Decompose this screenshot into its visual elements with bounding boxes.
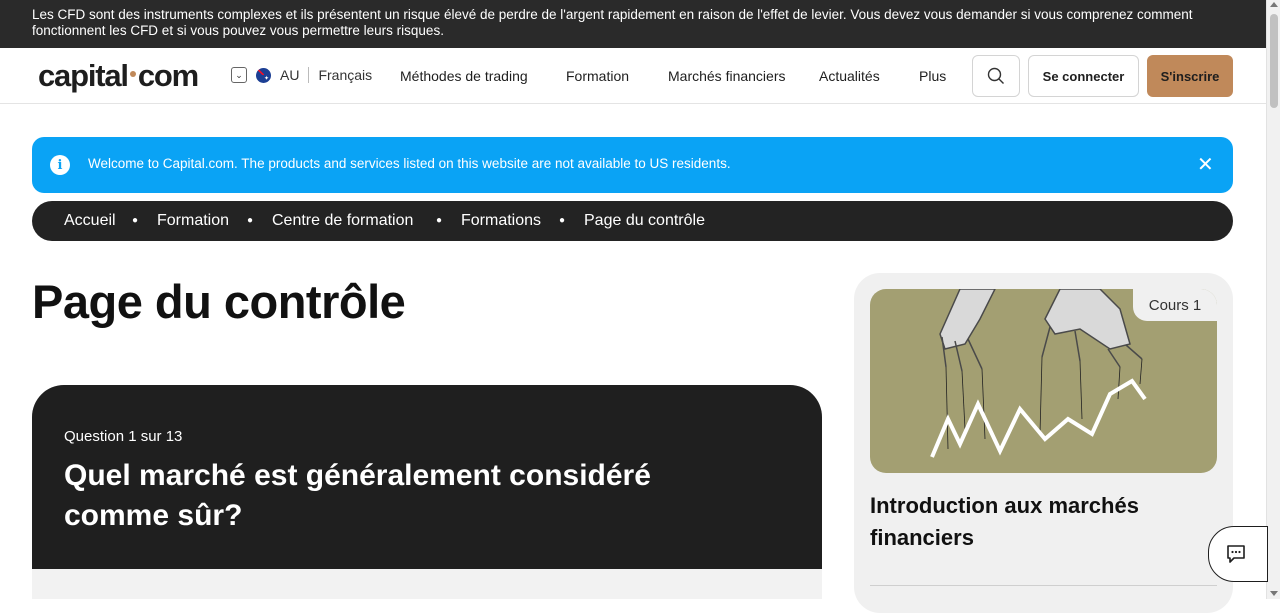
breadcrumb-separator: ● xyxy=(132,215,139,226)
course-title[interactable]: Introduction aux marchés financiers xyxy=(870,490,1200,554)
course-card[interactable]: Cours 1 Introduction aux marchés financi… xyxy=(854,273,1233,613)
breadcrumb: Accueil ● Formation ● Centre de formatio… xyxy=(32,201,1233,241)
risk-warning-banner: Les CFD sont des instruments complexes e… xyxy=(0,0,1266,48)
search-button[interactable] xyxy=(972,55,1020,97)
breadcrumb-separator: ● xyxy=(436,215,443,226)
nav-item-formation[interactable]: Formation xyxy=(566,68,629,84)
language-label[interactable]: Français xyxy=(318,67,372,83)
risk-warning-text: Les CFD sont des instruments complexes e… xyxy=(32,7,1193,38)
chevron-down-icon: ⌄ xyxy=(231,67,247,83)
us-residents-banner: i Welcome to Capital.com. The products a… xyxy=(32,137,1233,193)
site-header: capitalcom ⌄ AU Français Méthodes de tra… xyxy=(0,48,1266,104)
logo[interactable]: capital com xyxy=(38,58,199,94)
banner-message: Welcome to Capital.com. The products and… xyxy=(88,156,731,171)
australia-flag-icon xyxy=(256,67,271,83)
course-image: Cours 1 xyxy=(870,289,1217,473)
nav-item-more[interactable]: Plus xyxy=(919,68,946,84)
info-icon: i xyxy=(50,155,70,175)
logo-dot xyxy=(129,70,136,77)
scroll-down-icon[interactable] xyxy=(1270,591,1278,596)
page-title: Page du contrôle xyxy=(32,275,406,328)
chat-icon xyxy=(1227,545,1245,563)
search-icon xyxy=(987,67,1004,84)
region-selector[interactable]: ⌄ AU Français xyxy=(231,67,372,83)
scroll-up-icon[interactable] xyxy=(1270,2,1278,7)
scrollbar[interactable] xyxy=(1266,0,1280,599)
divider xyxy=(308,67,310,83)
course-tag: Cours 1 xyxy=(1133,289,1217,321)
nav-item-news[interactable]: Actualités xyxy=(819,68,880,84)
nav-item-markets[interactable]: Marchés financiers xyxy=(668,68,786,84)
scrollbar-thumb[interactable] xyxy=(1270,14,1278,108)
breadcrumb-separator: ● xyxy=(559,215,566,226)
close-icon[interactable]: ✕ xyxy=(1197,152,1214,177)
signup-button[interactable]: S'inscrire xyxy=(1147,55,1233,97)
question-counter: Question 1 sur 13 xyxy=(64,428,183,445)
chat-button[interactable] xyxy=(1208,526,1268,582)
breadcrumb-item-formation[interactable]: Formation xyxy=(157,212,229,230)
quiz-question-card: Question 1 sur 13 Quel marché est généra… xyxy=(32,385,822,569)
breadcrumb-item-courses[interactable]: Formations xyxy=(461,212,541,230)
breadcrumb-item-home[interactable]: Accueil xyxy=(64,212,116,230)
nav-item-trading-methods[interactable]: Méthodes de trading xyxy=(400,68,528,84)
login-button[interactable]: Se connecter xyxy=(1028,55,1139,97)
divider xyxy=(870,585,1217,586)
breadcrumb-item-learning-center[interactable]: Centre de formation xyxy=(272,212,413,230)
breadcrumb-item-current: Page du contrôle xyxy=(584,212,705,229)
question-text: Quel marché est généralement considéré c… xyxy=(64,459,651,532)
region-code: AU xyxy=(280,67,300,83)
answers-area xyxy=(32,569,822,599)
breadcrumb-separator: ● xyxy=(247,215,254,226)
